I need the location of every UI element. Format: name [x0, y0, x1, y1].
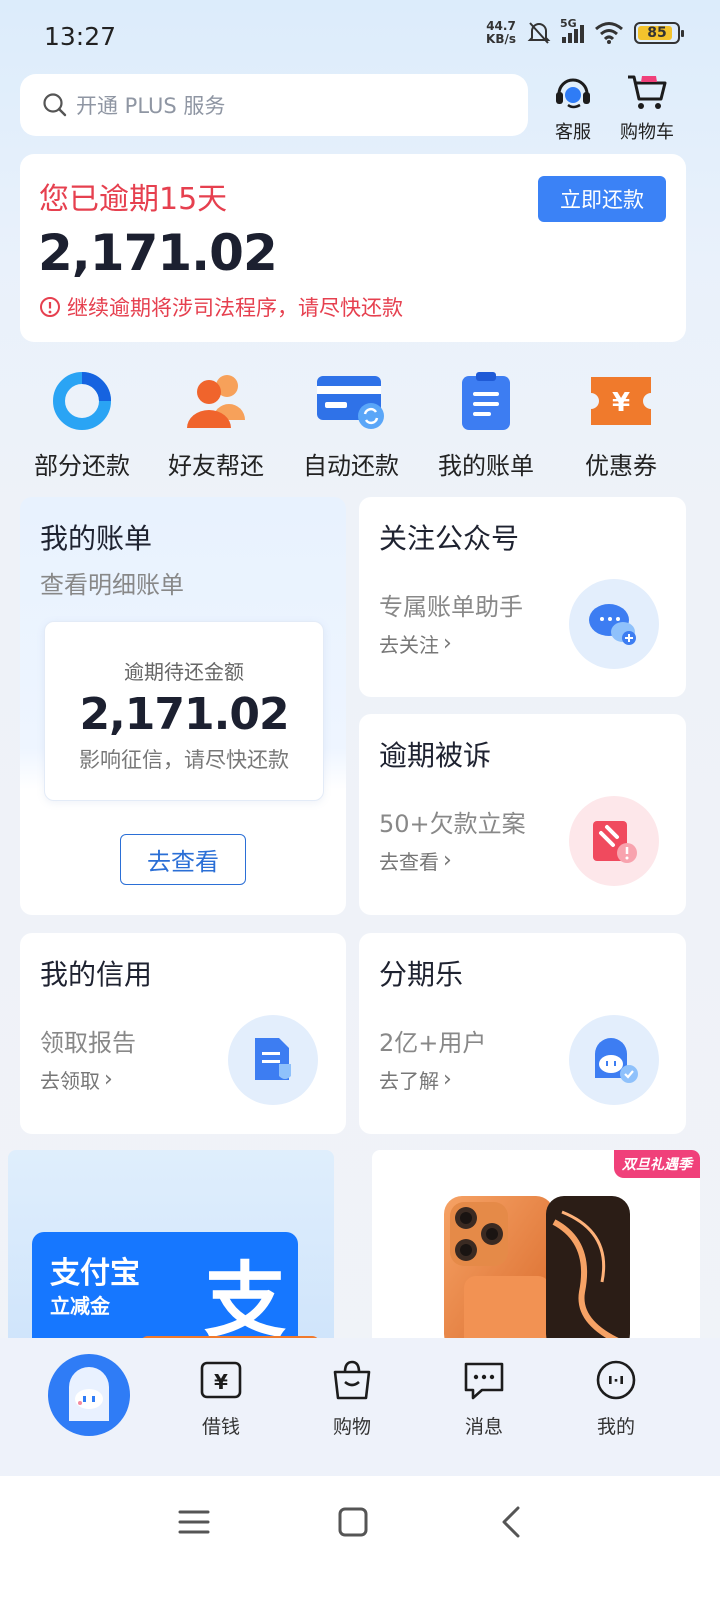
view-bill-button[interactable]: 去查看 — [120, 834, 246, 885]
home-tab[interactable] — [48, 1354, 130, 1436]
tab-shopping[interactable]: 购物 — [307, 1358, 397, 1439]
alipay-voucher-card: 支付宝 立减金 支 — [32, 1232, 298, 1350]
search-icon — [43, 93, 67, 117]
info-icon — [40, 297, 60, 317]
overdue-warning-text: 继续逾期将涉司法程序，请尽快还款 — [67, 296, 403, 320]
bell-mute-icon — [527, 22, 551, 44]
bill-summary-box: 逾期待还金额 2,171.02 影响征信，请尽快还款 — [44, 621, 324, 801]
quick-action-friend-repay[interactable]: 好友帮还 — [148, 368, 284, 481]
card-refresh-icon — [317, 376, 384, 429]
cart-icon — [628, 75, 667, 109]
search-placeholder: 开通 PLUS 服务 — [76, 94, 226, 118]
phone-promo-banner[interactable]: 双旦礼遇季 — [372, 1150, 700, 1350]
tab-me[interactable]: 我的 — [571, 1358, 661, 1439]
friends-icon — [187, 375, 245, 428]
chevron-right-icon: › — [443, 631, 452, 656]
bill-card[interactable]: 我的账单 查看明细账单 逾期待还金额 2,171.02 影响征信，请尽快还款 去… — [20, 497, 346, 915]
bill-summary-amount: 2,171.02 — [79, 689, 289, 740]
follow-card-sub: 专属账单助手 — [379, 593, 523, 621]
bottom-tab-bar: ¥ 借钱 购物 消息 我的 — [0, 1338, 720, 1476]
alipay-banner[interactable]: 支付宝 立减金 支 — [8, 1150, 334, 1350]
coupon-icon: ¥ — [591, 377, 651, 425]
gavel-icon-circle — [569, 796, 659, 886]
cart-label: 购物车 — [620, 122, 674, 143]
status-time: 13:27 — [44, 22, 117, 51]
message-icon — [464, 1362, 504, 1400]
follow-card-title: 关注公众号 — [379, 522, 520, 555]
bill-card-title: 我的账单 — [40, 522, 153, 555]
chevron-right-icon: › — [104, 1067, 113, 1092]
credit-link[interactable]: 去领取 › — [40, 1065, 113, 1094]
yen-icon: ¥ — [200, 1361, 242, 1399]
bill-icon — [462, 372, 510, 430]
wifi-icon — [595, 22, 623, 44]
mascot-icon-circle — [569, 1015, 659, 1105]
quick-action-coupon[interactable]: ¥ 优惠券 — [553, 368, 689, 481]
bill-card-subtitle: 查看明细账单 — [40, 571, 184, 599]
wechat-icon-circle — [569, 579, 659, 669]
chevron-right-icon: › — [443, 1067, 452, 1092]
follow-link[interactable]: 去关注 › — [379, 629, 452, 658]
svg-text:¥: ¥ — [612, 388, 630, 418]
fenqile-link[interactable]: 去了解 › — [379, 1065, 452, 1094]
credit-report-icon-circle — [228, 1015, 318, 1105]
overdue-card: 您已逾期15天 2,171.02 继续逾期将涉司法程序，请尽快还款 立即还款 — [20, 154, 686, 342]
promo-tag: 双旦礼遇季 — [614, 1150, 700, 1178]
overdue-warning: 继续逾期将涉司法程序，请尽快还款 — [39, 292, 403, 322]
wechat-icon — [589, 604, 636, 645]
ring-chart-icon — [53, 372, 111, 430]
credit-card-title: 我的信用 — [40, 958, 153, 991]
signal-icon: 5G — [560, 17, 584, 43]
repay-now-button[interactable]: 立即还款 — [538, 176, 666, 222]
overdue-amount: 2,171.02 — [38, 224, 278, 282]
chevron-right-icon: › — [443, 848, 452, 873]
bill-summary-note: 影响征信，请尽快还款 — [79, 748, 289, 772]
overdue-sued-card[interactable]: 逾期被诉 50+欠款立案 去查看 › — [359, 714, 686, 915]
home-square-icon[interactable] — [335, 1504, 371, 1540]
alipay-name: 支付宝 — [50, 1256, 140, 1291]
back-icon[interactable] — [494, 1504, 530, 1540]
customer-service-label: 客服 — [555, 122, 591, 143]
sued-link[interactable]: 去查看 › — [379, 846, 452, 875]
quick-action-partial-repay[interactable]: 部分还款 — [14, 368, 150, 481]
credit-card-sub: 领取报告 — [40, 1029, 136, 1057]
net-speed: 44.7 KB/s — [486, 19, 516, 46]
sued-card-title: 逾期被诉 — [379, 739, 492, 772]
sued-card-sub: 50+欠款立案 — [379, 810, 526, 838]
tab-messages[interactable]: 消息 — [439, 1358, 529, 1439]
mascot-icon — [69, 1367, 109, 1421]
search-bar[interactable]: 开通 PLUS 服务 — [20, 74, 528, 136]
menu-icon[interactable] — [176, 1504, 212, 1540]
status-icons: 44.7 KB/s 5G 85 — [486, 17, 684, 46]
system-navigation-bar — [0, 1476, 720, 1600]
quick-action-my-bill[interactable]: 我的账单 — [418, 368, 554, 481]
fenqile-card-title: 分期乐 — [379, 958, 464, 991]
alipay-sub: 立减金 — [50, 1294, 110, 1318]
headset-icon — [556, 78, 590, 109]
phone-product-image — [444, 1196, 630, 1350]
customer-service-button[interactable]: 客服 — [538, 72, 608, 144]
fenqile-card-sub: 2亿+用户 — [379, 1029, 487, 1057]
battery-icon: 85 — [634, 22, 684, 44]
tab-borrow[interactable]: ¥ 借钱 — [176, 1358, 266, 1439]
mascot-icon — [595, 1038, 638, 1083]
follow-account-card[interactable]: 关注公众号 专属账单助手 去关注 › — [359, 497, 686, 697]
overdue-title: 您已逾期15天 — [39, 182, 228, 217]
credit-report-icon — [255, 1038, 291, 1080]
alipay-logo-icon: 支 — [204, 1254, 287, 1349]
gavel-icon — [593, 821, 637, 863]
profile-icon — [596, 1360, 636, 1400]
svg-text:¥: ¥ — [214, 1370, 228, 1394]
bill-summary-label: 逾期待还金额 — [124, 660, 244, 684]
shopping-bag-icon — [333, 1360, 371, 1400]
quick-action-auto-repay[interactable]: 自动还款 — [283, 368, 419, 481]
fenqile-card[interactable]: 分期乐 2亿+用户 去了解 › — [359, 933, 686, 1134]
my-credit-card[interactable]: 我的信用 领取报告 去领取 › — [20, 933, 346, 1134]
cart-button[interactable]: 购物车 — [612, 72, 682, 144]
